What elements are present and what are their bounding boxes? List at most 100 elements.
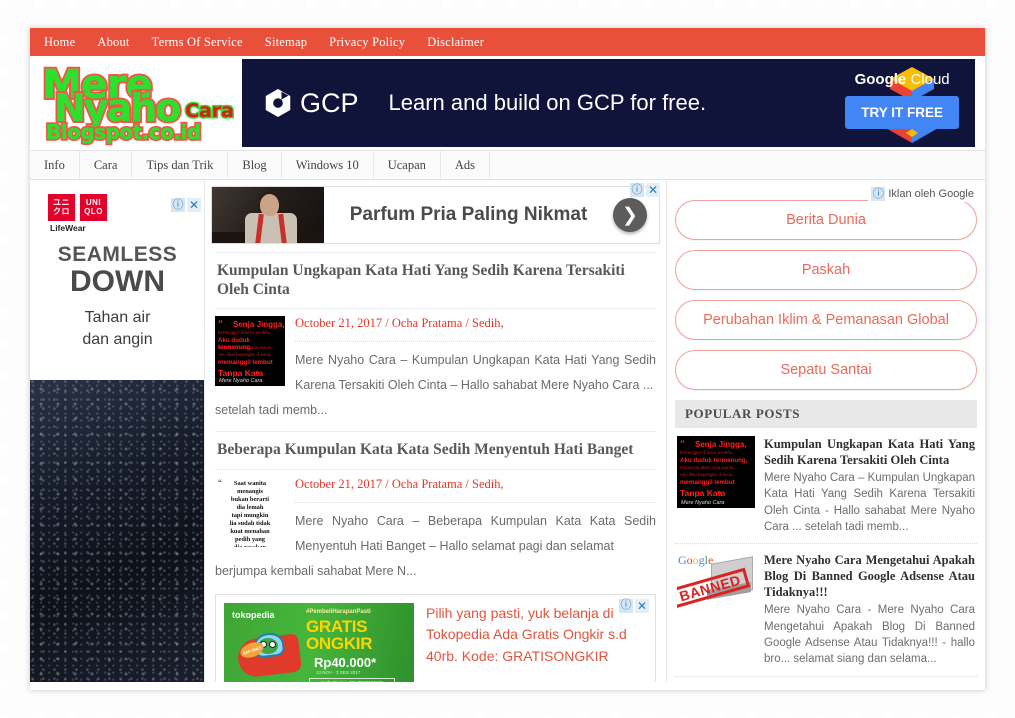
popular-post-title[interactable]: Mere Nyaho Cara Mengetahui Apakah Blog D… (764, 552, 975, 600)
popular-posts-heading: POPULAR POSTS (675, 400, 977, 428)
tab-cara[interactable]: Cara (80, 151, 133, 179)
post-item: Kumpulan Ungkapan Kata Hati Yang Sedih K… (215, 252, 656, 423)
tokopedia-brand: tokopedia (232, 609, 275, 620)
thumb-line-2: bertengger di kaca jendela... (218, 330, 274, 336)
site-logo[interactable]: Mere Mere Nyaho Nyaho Cara Cara Blogspot… (30, 58, 242, 148)
pp-thumb-signature: Mere Nyaho Cara (681, 500, 725, 506)
pp-thumb-quote-open: “ (680, 439, 685, 450)
adchoices-close-icon[interactable]: ✕ (187, 198, 201, 212)
post-excerpt-tail: setelah tadi memb... (215, 403, 328, 418)
adchoices-info-icon[interactable]: ⓘ (171, 198, 185, 212)
gcp-hexagon-icon (265, 89, 291, 117)
top-navigation-bar: Home About Terms Of Service Sitemap Priv… (30, 28, 985, 56)
sidebar-label-perubahan-iklim[interactable]: Perubahan Iklim & Pemanasan Global (675, 300, 977, 340)
gcp-tagline: Learn and build on GCP for free. (388, 90, 707, 115)
uniqlo-subtext-line1: Tahan air (84, 309, 151, 326)
post-body: “ Saat wanita menangis bukan berarti dia… (215, 470, 656, 559)
thumb-line-4: dia lemah (236, 503, 264, 511)
sidebar-label-sepatu-santai[interactable]: Sepatu Santai (675, 350, 977, 390)
popular-post-item[interactable]: Google BANNED Mere Nyaho Cara Mengetahui… (675, 544, 977, 677)
sidebar-label-paskah[interactable]: Paskah (675, 250, 977, 290)
nav-link-about[interactable]: About (97, 35, 129, 50)
gcp-brand-text: GCP (300, 87, 359, 118)
tokopedia-promo-code: Kode Promo: GRATISONGKIR (309, 677, 395, 682)
popular-post-thumbnail: “ Senja Jingga, bertengger di kaca jende… (677, 436, 755, 508)
tokopedia-hashtag: #PembeliHarapanPasti (306, 608, 371, 615)
thumb-line-9: dia rasakan (215, 544, 285, 547)
uniqlo-ad-photo[interactable] (30, 380, 204, 682)
thumb-line-8: pedih yang (234, 535, 265, 543)
google-cloud-wordmark: Google Cloud (855, 71, 950, 88)
parfum-ad-next-arrow-icon[interactable]: ❯ (613, 198, 647, 232)
google-cloud-word-cloud: Cloud (910, 71, 950, 88)
try-it-free-button[interactable]: TRY IT FREE (845, 96, 959, 129)
main-content-column: ⓘ ✕ Parfum Pria Paling Nikmat ❯ Kumpulan… (205, 180, 667, 682)
tab-blog[interactable]: Blog (228, 151, 282, 179)
gcp-banner-ad[interactable]: GCP Learn and build on GCP for free. Goo… (242, 59, 975, 147)
uniqlo-headline-seamless: SEAMLESS (57, 243, 178, 266)
tab-ads[interactable]: Ads (441, 151, 491, 179)
nav-link-sitemap[interactable]: Sitemap (265, 35, 307, 50)
tokopedia-promo-date: 13 NOV - 3 DES 2017 (316, 669, 361, 675)
nav-link-terms-of-service[interactable]: Terms Of Service (152, 35, 243, 50)
post-thumbnail[interactable]: “ Senja Jingga, bertengger di kaca jende… (215, 316, 285, 387)
uniqlo-logo-jp: ユニ クロ (48, 194, 75, 221)
nav-link-disclaimer[interactable]: Disclaimer (427, 35, 484, 50)
post-title-link[interactable]: Kumpulan Ungkapan Kata Hati Yang Sedih K… (215, 253, 656, 310)
tab-ucapan[interactable]: Ucapan (374, 151, 441, 179)
uniqlo-logo-en: UNI QLO (80, 194, 107, 221)
tokopedia-ad-headline[interactable]: Pilih yang pasti, yuk belanja di Tokoped… (426, 603, 647, 668)
adchoices-controls-toko: ⓘ ✕ (619, 598, 649, 613)
thumb-line-6: memanggil lembut (218, 359, 273, 367)
tab-tips-dan-trik[interactable]: Tips dan Trik (132, 151, 229, 179)
tab-info[interactable]: Info (30, 151, 80, 179)
google-ad-info-icon[interactable]: ⓘ (871, 187, 886, 201)
tokopedia-ad-text: Pilih yang pasti, yuk belanja di Tokoped… (426, 603, 647, 682)
parfum-ad-title: Parfum Pria Paling Nikmat (349, 204, 588, 225)
post-meta: October 21, 2017 / Ocha Pratama / Sedih, (295, 316, 656, 343)
adchoices-close-icon-toko[interactable]: ✕ (635, 598, 649, 613)
thumb-line-5: tapi mungkin (231, 511, 269, 519)
adchoices-info-icon-toko[interactable]: ⓘ (619, 598, 633, 613)
post-excerpt: Mere Nyaho Cara – Kumpulan Ungkapan Kata… (295, 353, 656, 393)
nav-link-privacy-policy[interactable]: Privacy Policy (329, 35, 405, 50)
pp-thumb-line-2: bertengger di kaca jendela... (680, 450, 736, 455)
site-header: Mere Mere Nyaho Nyaho Cara Cara Blogspot… (30, 56, 985, 150)
post-thumbnail[interactable]: “ Saat wanita menangis bukan berarti dia… (215, 476, 285, 547)
sidebar-label-berita-dunia[interactable]: Berita Dunia (675, 200, 977, 240)
adchoices-close-icon-mid[interactable]: ✕ (646, 183, 660, 197)
tokopedia-price: Rp40.000* (314, 654, 377, 670)
gcp-logo: GCP (264, 88, 359, 119)
pp-thumb-line-1: Senja Jingga, (695, 440, 747, 449)
tokopedia-ad[interactable]: ⓘ ✕ tokopedia #PembeliHarapanPasti GRATI… (215, 593, 656, 682)
thumb-line-5: Aku lihat bayangku di kaca, (218, 352, 272, 358)
tokopedia-mascot-eye-right (269, 640, 276, 648)
adchoices-info-icon-mid[interactable]: ⓘ (630, 183, 644, 197)
uniqlo-lifewear-label: LifeWear (50, 223, 86, 233)
right-sidebar: ⓘ Iklan oleh Google Berita Dunia Paskah … (667, 180, 985, 682)
page-root: Home About Terms Of Service Sitemap Priv… (30, 28, 985, 690)
thumb-line-2: menangis (237, 487, 263, 495)
uniqlo-ad[interactable]: ⓘ ✕ ユニ クロ UNI QLO LifeWear SEAMLESS DOWN (30, 194, 204, 380)
thumb-signature: Mere Nyaho Cara (219, 378, 263, 385)
parfum-banner-ad[interactable]: Parfum Pria Paling Nikmat ❯ (211, 186, 660, 244)
post-item: Beberapa Kumpulan Kata Kata Sedih Menyen… (215, 431, 656, 584)
uniqlo-headline-down: DOWN (70, 265, 165, 298)
popular-post-item[interactable]: “ Senja Jingga, bertengger di kaca jende… (675, 428, 977, 545)
content-area: ⓘ ✕ ユニ クロ UNI QLO LifeWear SEAMLESS DOWN (30, 180, 985, 682)
popular-post-item[interactable]: Yakin membuat segalanya jadi mungkin Cin… (675, 677, 977, 682)
tab-windows-10[interactable]: Windows 10 (282, 151, 374, 179)
category-tab-bar: Info Cara Tips dan Trik Blog Windows 10 … (30, 150, 985, 180)
nav-link-home[interactable]: Home (44, 35, 75, 50)
adchoices-controls-left: ⓘ ✕ (171, 198, 201, 212)
thumb-line-1: Saat wanita (233, 479, 267, 487)
uniqlo-jp-bottom: クロ (53, 206, 70, 216)
post-body: “ Senja Jingga, bertengger di kaca jende… (215, 309, 656, 398)
adchoices-controls-mid: ⓘ ✕ (630, 183, 660, 197)
pp-thumb-line-3: Aku duduk termenung, (680, 457, 748, 464)
popular-post-thumbnail: Google BANNED (677, 552, 755, 625)
post-title-link[interactable]: Beberapa Kumpulan Kata Kata Sedih Menyen… (215, 432, 656, 470)
google-cloud-word-google: Google (854, 71, 907, 88)
popular-post-title[interactable]: Kumpulan Ungkapan Kata Hati Yang Sedih K… (764, 436, 975, 468)
thumb-line-7: kuat menahan (230, 527, 270, 535)
